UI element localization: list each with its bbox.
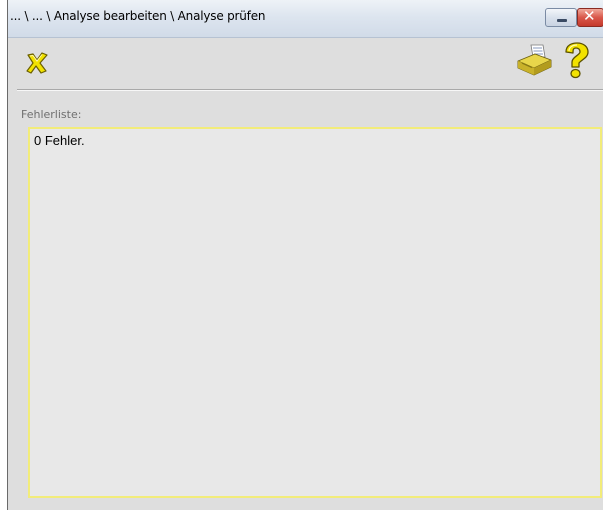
error-list-label: Fehlerliste:: [21, 108, 82, 121]
toolbar-separator: [17, 89, 603, 91]
x-cancel-icon: [26, 52, 48, 74]
error-list-item: 0 Fehler.: [34, 133, 85, 148]
close-icon: ✕: [583, 8, 596, 25]
close-window-button[interactable]: ✕: [577, 8, 603, 27]
error-list-box[interactable]: 0 Fehler.: [28, 127, 602, 498]
title-bar[interactable]: ... \ ... \ Analyse bearbeiten \ Analyse…: [8, 0, 603, 38]
minimize-icon: [557, 19, 567, 22]
analysis-check-window: ... \ ... \ Analyse bearbeiten \ Analyse…: [7, 0, 603, 510]
cancel-button[interactable]: [25, 51, 49, 75]
print-button[interactable]: [515, 43, 553, 79]
toolbar: [8, 38, 603, 90]
printer-icon: [517, 44, 552, 76]
minimize-button[interactable]: [545, 8, 577, 27]
help-button[interactable]: [563, 42, 589, 80]
window-title: ... \ ... \ Analyse bearbeiten \ Analyse…: [10, 9, 266, 23]
window-footer: [8, 498, 603, 510]
question-mark-icon: [565, 42, 589, 79]
